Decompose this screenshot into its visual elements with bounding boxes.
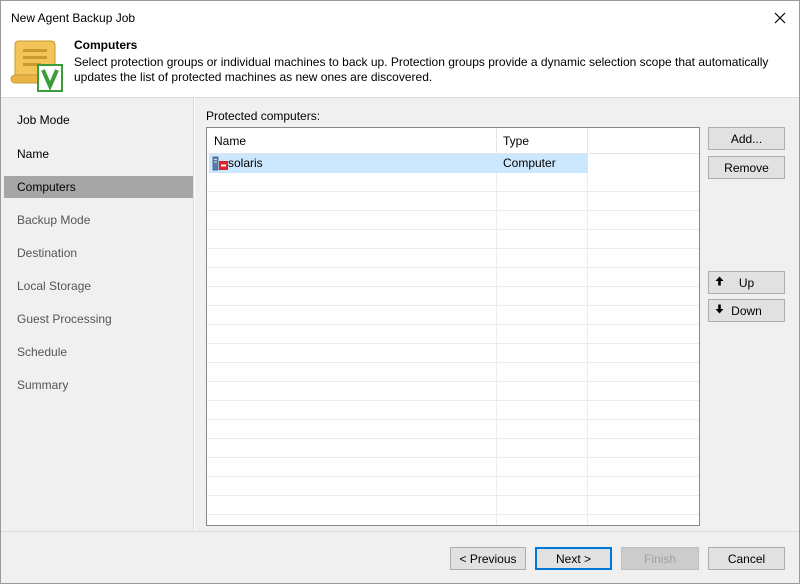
empty-row	[207, 439, 699, 458]
step-computers[interactable]: Computers	[4, 176, 193, 198]
empty-row	[207, 173, 699, 192]
step-local-storage[interactable]: Local Storage	[4, 275, 193, 297]
empty-row	[207, 477, 699, 496]
arrow-down-icon	[715, 304, 724, 314]
empty-row	[207, 458, 699, 477]
step-job-mode[interactable]: Job Mode	[4, 109, 193, 131]
empty-row	[207, 249, 699, 268]
wizard-header: Computers Select protection groups or in…	[1, 35, 799, 97]
empty-row	[207, 401, 699, 420]
empty-row	[207, 363, 699, 382]
empty-row	[207, 287, 699, 306]
step-guest-processing[interactable]: Guest Processing	[4, 308, 193, 330]
wizard-footer: < Previous Next > Finish Cancel	[1, 531, 799, 583]
empty-row	[207, 211, 699, 230]
empty-row	[207, 230, 699, 249]
down-button[interactable]: Down	[708, 299, 785, 322]
wizard-window: New Agent Backup Job Computers Select pr…	[0, 0, 800, 584]
table-row[interactable]: solaris Computer	[209, 154, 588, 173]
cancel-button[interactable]: Cancel	[708, 547, 785, 570]
next-button[interactable]: Next >	[535, 547, 612, 570]
previous-button[interactable]: < Previous	[450, 547, 526, 570]
empty-row	[207, 344, 699, 363]
main-panel: Protected computers: Name Type solaris C…	[195, 97, 799, 531]
list-header: Name Type	[207, 128, 699, 154]
wizard-steps: Job Mode Name Computers Backup Mode Dest…	[1, 97, 194, 531]
close-button[interactable]	[767, 5, 793, 31]
down-button-label: Down	[731, 303, 762, 318]
page-description: Select protection groups or individual m…	[74, 55, 769, 84]
arrow-up-icon	[715, 276, 724, 286]
close-icon	[774, 12, 786, 24]
step-summary[interactable]: Summary	[4, 374, 193, 396]
empty-row	[207, 268, 699, 287]
computer-error-icon	[212, 156, 228, 171]
add-button[interactable]: Add...	[708, 127, 785, 150]
up-button-label: Up	[738, 275, 755, 290]
column-header-name[interactable]: Name	[214, 134, 246, 148]
window-title: New Agent Backup Job	[11, 11, 136, 25]
step-destination[interactable]: Destination	[4, 242, 193, 264]
column-divider[interactable]	[496, 128, 497, 154]
page-title: Computers	[74, 38, 138, 52]
protected-computers-list[interactable]: Name Type solaris Computer	[206, 127, 700, 526]
empty-row	[207, 306, 699, 325]
up-button[interactable]: Up	[708, 271, 785, 294]
wizard-scroll-veeam-icon	[10, 40, 63, 92]
step-name[interactable]: Name	[4, 143, 193, 165]
column-header-type[interactable]: Type	[503, 134, 529, 148]
row-name: solaris	[228, 156, 263, 170]
empty-row	[207, 382, 699, 401]
protected-computers-label: Protected computers:	[206, 109, 321, 123]
finish-button[interactable]: Finish	[621, 547, 699, 570]
empty-row	[207, 192, 699, 211]
row-type: Computer	[503, 156, 556, 170]
step-schedule[interactable]: Schedule	[4, 341, 193, 363]
remove-button[interactable]: Remove	[708, 156, 785, 179]
column-divider[interactable]	[587, 128, 588, 154]
empty-row	[207, 496, 699, 515]
step-backup-mode[interactable]: Backup Mode	[4, 209, 193, 231]
empty-row	[207, 325, 699, 344]
empty-row	[207, 420, 699, 439]
title-bar: New Agent Backup Job	[1, 1, 799, 35]
